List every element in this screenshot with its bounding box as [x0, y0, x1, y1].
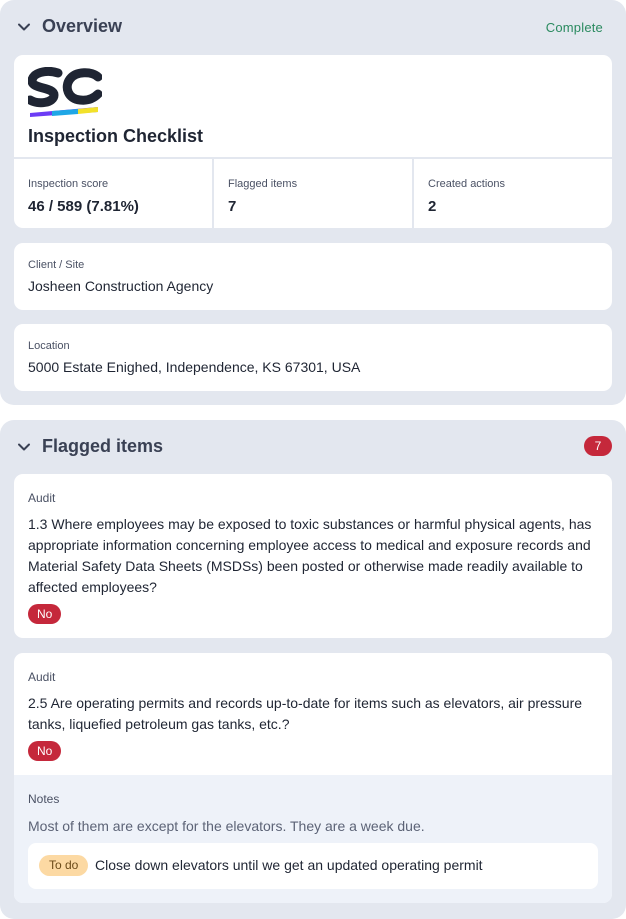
- stat-label: Flagged items: [228, 178, 298, 190]
- safetyculture-logo: [28, 67, 102, 117]
- stat-value: 46 / 589 (7.81%): [28, 198, 139, 215]
- notes-label: Notes: [28, 792, 60, 806]
- item-question: 1.3 Where employees may be exposed to to…: [28, 516, 592, 595]
- action-text: Close down elevators until we get an upd…: [95, 857, 483, 873]
- chevron-down-icon[interactable]: [16, 439, 32, 455]
- flagged-item[interactable]: Audit 2.5 Are operating permits and reco…: [14, 653, 612, 903]
- client-site-value: Josheen Construction Agency: [28, 278, 214, 294]
- notes-text: Most of them are except for the elevator…: [28, 818, 425, 834]
- stat-value: 7: [228, 198, 237, 215]
- inspection-header-card: Inspection Checklist Inspection score 46…: [14, 55, 612, 228]
- item-section-label: Audit: [28, 670, 56, 684]
- client-site-card: Client / Site Josheen Construction Agenc…: [14, 243, 612, 310]
- flagged-item[interactable]: Audit 1.3 Where employees may be exposed…: [14, 474, 612, 638]
- stat-created-actions: Created actions 2: [412, 159, 612, 228]
- status-badge: Complete: [545, 20, 603, 35]
- flagged-items-header[interactable]: Flagged items 7: [0, 420, 626, 472]
- flagged-count-badge: 7: [584, 436, 612, 456]
- item-question: 2.5 Are operating permits and records up…: [28, 695, 583, 732]
- stat-flagged-items: Flagged items 7: [212, 159, 412, 228]
- location-label: Location: [28, 340, 70, 352]
- overview-header[interactable]: Overview Complete: [0, 0, 626, 52]
- stat-label: Inspection score: [28, 178, 109, 190]
- client-site-label: Client / Site: [28, 259, 85, 271]
- location-value: 5000 Estate Enighed, Independence, KS 67…: [28, 359, 361, 375]
- response-badge: No: [28, 604, 62, 624]
- stat-value: 2: [428, 198, 437, 215]
- location-card: Location 5000 Estate Enighed, Independen…: [14, 324, 612, 391]
- response-badge: No: [28, 741, 62, 761]
- overview-title: Overview: [42, 16, 123, 36]
- chevron-down-icon[interactable]: [16, 19, 32, 35]
- stat-label: Created actions: [428, 178, 506, 190]
- flagged-items-title: Flagged items: [42, 436, 164, 456]
- action-item[interactable]: To do Close down elevators until we get …: [28, 843, 598, 889]
- item-section-label: Audit: [28, 491, 56, 505]
- notes-area: Notes Most of them are except for the el…: [14, 775, 612, 903]
- stats-row: Inspection score 46 / 589 (7.81%) Flagge…: [14, 157, 612, 228]
- action-status-badge: To do: [39, 855, 89, 876]
- template-title: Inspection Checklist: [28, 126, 204, 146]
- stat-inspection-score: Inspection score 46 / 589 (7.81%): [14, 159, 212, 228]
